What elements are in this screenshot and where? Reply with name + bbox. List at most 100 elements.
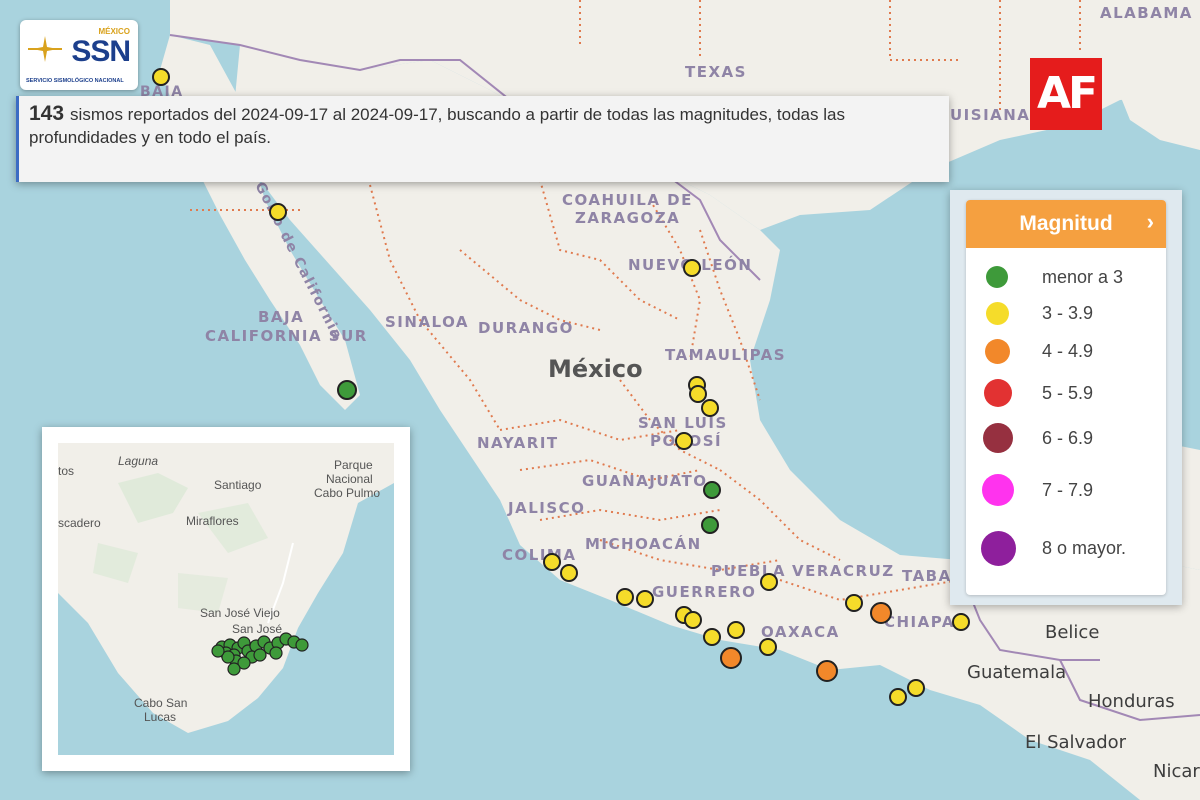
quake-marker[interactable] [703, 628, 721, 646]
legend-swatch [982, 474, 1014, 506]
label-tamaulipas: TAMAULIPAS [665, 346, 786, 364]
results-text-line2: profundidades y en todo el país. [29, 128, 271, 147]
quake-marker[interactable] [816, 660, 838, 682]
magnitude-legend: Magnitud › menor a 3 3 - 3.9 4 - 4.9 5 -… [950, 190, 1182, 605]
inset-label-laguna: Laguna [118, 454, 158, 468]
inset-label-parque-1: Parque [334, 458, 373, 472]
quake-marker[interactable] [759, 638, 777, 656]
legend-title: Magnitud [1019, 212, 1113, 235]
inset-label-escadero: scadero [58, 516, 101, 530]
legend-label: 5 - 5.9 [1042, 382, 1094, 403]
legend-item: 6 - 6.9 [966, 423, 1166, 453]
inset-label-san-jose-viejo: San José Viejo [200, 606, 280, 620]
label-tabasco: TABA [902, 567, 952, 585]
label-honduras: Honduras [1088, 691, 1175, 712]
quake-marker[interactable] [701, 399, 719, 417]
legend-item: 8 o mayor. [966, 530, 1166, 566]
label-coahuila-2: ZARAGOZA [575, 209, 680, 227]
inset-label-cabo-2: Lucas [144, 710, 176, 724]
inset-label-santiago: Santiago [214, 478, 262, 492]
label-durango: DURANGO [478, 319, 574, 337]
label-jalisco: JALISCO [507, 499, 585, 517]
legend-swatch [986, 266, 1008, 288]
quake-marker[interactable] [845, 594, 863, 612]
quake-marker[interactable] [703, 481, 721, 499]
legend-item: 5 - 5.9 [966, 378, 1166, 408]
quake-marker[interactable] [337, 380, 357, 400]
label-san-luis-1: SAN LUIS [638, 414, 728, 432]
label-baja-sur-2: CALIFORNIA SUR [205, 327, 368, 345]
quake-marker[interactable] [760, 573, 778, 591]
inset-label-tos: tos [58, 464, 74, 478]
quake-marker[interactable] [227, 662, 241, 676]
label-louisiana: UISIANA [950, 106, 1030, 124]
quake-marker[interactable] [269, 646, 283, 660]
quake-marker[interactable] [152, 68, 170, 86]
inset-map[interactable]: Laguna Santiago Parque Nacional Cabo Pul… [58, 443, 394, 755]
label-nicaragua: Nicar [1153, 761, 1200, 782]
legend-label: menor a 3 [1042, 266, 1124, 287]
legend-label: 7 - 7.9 [1042, 479, 1094, 500]
quake-marker[interactable] [907, 679, 925, 697]
legend-swatch [986, 301, 1009, 325]
label-el-salvador: El Salvador [1025, 732, 1127, 753]
label-coahuila-1: COAHUILA DE [562, 191, 693, 209]
quake-marker[interactable] [560, 564, 578, 582]
quake-marker[interactable] [870, 602, 892, 624]
label-guerrero: GUERRERO [652, 583, 756, 601]
quake-marker[interactable] [952, 613, 970, 631]
ssn-logo: MÉXICO SSN SERVICIO SISMOLÓGICO NACIONAL [20, 20, 138, 90]
inset-map-panel: Laguna Santiago Parque Nacional Cabo Pul… [42, 427, 410, 771]
legend-item: 7 - 7.9 [966, 474, 1166, 506]
legend-swatch [983, 423, 1013, 453]
label-veracruz: VERACRUZ [792, 562, 895, 580]
legend-header[interactable]: Magnitud › [966, 200, 1166, 248]
legend-label: 6 - 6.9 [1042, 427, 1094, 448]
label-mexico: México [548, 355, 643, 383]
quake-marker[interactable] [616, 588, 634, 606]
quake-marker[interactable] [253, 648, 267, 662]
quake-marker[interactable] [727, 621, 745, 639]
legend-swatch [984, 379, 1012, 407]
quake-marker[interactable] [684, 611, 702, 629]
quake-marker[interactable] [720, 647, 742, 669]
label-texas: TEXAS [685, 63, 747, 81]
results-text-line1: sismos reportados del 2024-09-17 al 2024… [70, 105, 845, 124]
quake-marker[interactable] [889, 688, 907, 706]
label-nayarit: NAYARIT [477, 434, 559, 452]
label-alabama: ALABAMA [1100, 4, 1193, 22]
legend-label: 8 o mayor. [1042, 537, 1127, 558]
label-guatemala: Guatemala [967, 662, 1066, 683]
quake-marker[interactable] [689, 385, 707, 403]
quake-marker[interactable] [269, 203, 287, 221]
quake-marker[interactable] [543, 553, 561, 571]
legend-label: 3 - 3.9 [1042, 302, 1094, 323]
inset-label-cabo-1: Cabo San [134, 696, 187, 710]
label-michoacan: MICHOACÁN [585, 534, 702, 553]
af-brand-logo: AF [1030, 58, 1102, 130]
legend-swatch [981, 530, 1016, 566]
label-guanajuato: GUANAJUATO [582, 472, 708, 490]
quake-marker[interactable] [675, 432, 693, 450]
quake-marker[interactable] [701, 516, 719, 534]
inset-label-miraflores: Miraflores [186, 514, 239, 528]
label-sinaloa: SINALOA [385, 313, 469, 331]
inset-label-san-jose: San José [232, 622, 282, 636]
quake-marker[interactable] [683, 259, 701, 277]
results-summary: 143 sismos reportados del 2024-09-17 al 2… [16, 96, 949, 182]
seismic-star-icon [28, 36, 62, 62]
legend-panel: Magnitud › menor a 3 3 - 3.9 4 - 4.9 5 -… [966, 200, 1166, 595]
legend-label: 4 - 4.9 [1042, 340, 1094, 361]
results-count: 143 [29, 102, 65, 125]
label-oaxaca: OAXACA [761, 623, 840, 641]
quake-marker[interactable] [295, 638, 309, 652]
inset-label-parque-2: Nacional [326, 472, 373, 486]
ssn-full-name: SERVICIO SISMOLÓGICO NACIONAL [26, 78, 124, 84]
inset-label-parque-3: Cabo Pulmo [314, 486, 380, 500]
chevron-right-icon[interactable]: › [1147, 209, 1154, 235]
label-colima: COLIMA [502, 546, 576, 564]
quake-marker[interactable] [211, 644, 225, 658]
quake-marker[interactable] [636, 590, 654, 608]
legend-item: menor a 3 [966, 262, 1166, 292]
label-belice: Belice [1045, 622, 1099, 643]
